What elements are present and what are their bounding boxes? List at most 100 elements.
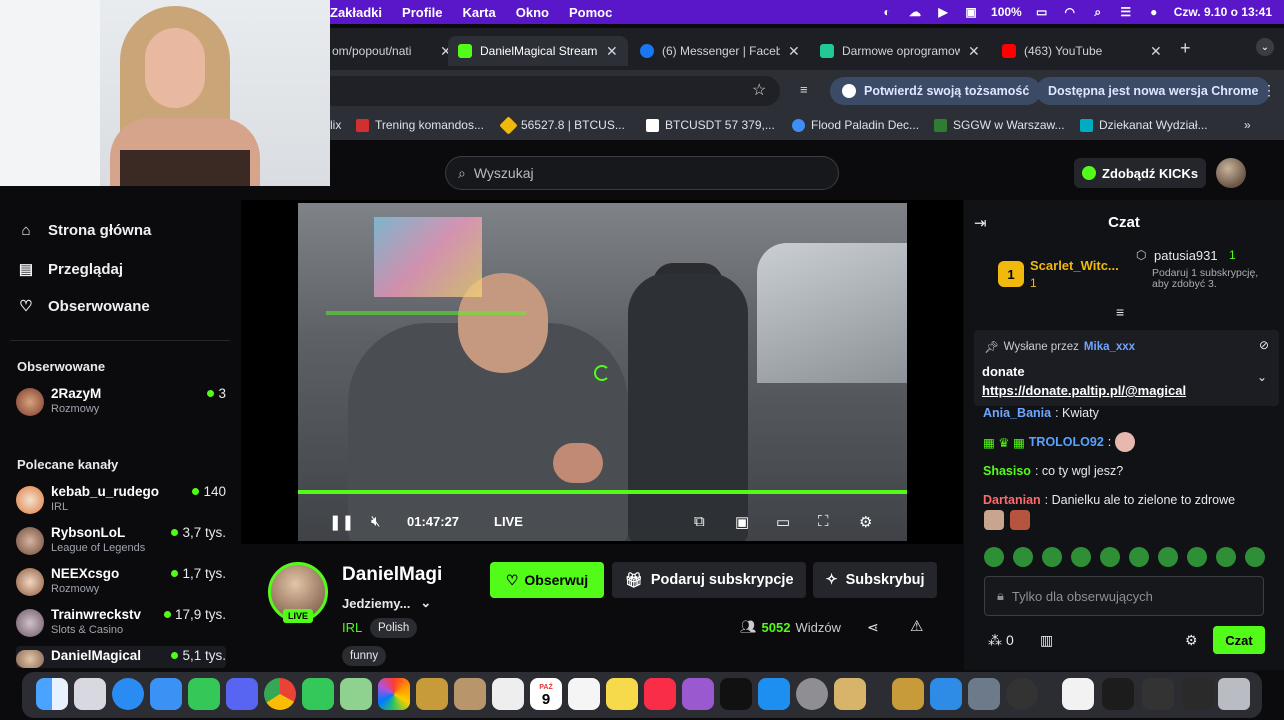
emote-icon[interactable] bbox=[984, 547, 1004, 567]
sidebar-item-following[interactable]: ♡ Obserwowane bbox=[18, 297, 149, 316]
emote-icon[interactable] bbox=[1071, 547, 1091, 567]
settings-icon[interactable] bbox=[796, 678, 828, 710]
get-kicks-button[interactable]: Zdobądź KICKs bbox=[1074, 158, 1207, 188]
contacts-icon[interactable] bbox=[454, 678, 486, 710]
settings-gear-icon[interactable]: ⚙ bbox=[859, 513, 872, 531]
control-center-icon[interactable]: ☰ bbox=[1118, 5, 1134, 19]
menu-window[interactable]: Okno bbox=[506, 5, 559, 20]
channel-item[interactable]: NEEXcsgo Rozmowy 1,7 tys. bbox=[16, 564, 226, 602]
channel-item-active[interactable]: DanielMagical 5,1 tys. bbox=[16, 646, 226, 668]
chat-username[interactable]: TROLOLO92 bbox=[1029, 435, 1104, 449]
chat-username[interactable]: Shasiso bbox=[983, 464, 1031, 478]
browser-tab[interactable]: om/popout/nati ✕ bbox=[322, 36, 462, 66]
emote-icon[interactable] bbox=[1216, 547, 1236, 567]
menu-bookmarks[interactable]: Zakładki bbox=[320, 5, 392, 20]
emote-icon[interactable] bbox=[1013, 547, 1033, 567]
podcasts-icon[interactable] bbox=[682, 678, 714, 710]
search-icon[interactable]: ⌕ bbox=[1090, 5, 1106, 19]
channel-item[interactable]: Trainwreckstv Slots & Casino 17,9 tys. bbox=[16, 605, 226, 643]
bookmark-item[interactable]: SGGW w Warszaw... bbox=[934, 118, 1065, 132]
menubar-clock[interactable]: Czw. 9.10 o 13:41 bbox=[1174, 5, 1272, 19]
gifter-name[interactable]: Scarlet_Witc... bbox=[1030, 258, 1119, 273]
activity-icon[interactable] bbox=[1006, 678, 1038, 710]
browser-tab[interactable]: (6) Messenger | Facebook ✕ bbox=[630, 36, 810, 66]
channel-item[interactable]: 2RazyM Rozmowy 3 bbox=[16, 384, 226, 422]
close-icon[interactable]: ✕ bbox=[788, 43, 800, 60]
menu-profiles[interactable]: Profile bbox=[392, 5, 452, 20]
chat-username[interactable]: Ania_Bania bbox=[983, 406, 1051, 420]
chat-input[interactable]: 🔒︎ Tylko dla obserwujących bbox=[984, 576, 1264, 616]
battery-icon[interactable]: ▭ bbox=[1034, 5, 1050, 19]
store-icon[interactable]: ▥ bbox=[1040, 632, 1053, 649]
chat-settings-icon[interactable]: ⚙ bbox=[1185, 632, 1198, 649]
address-bar[interactable] bbox=[320, 76, 780, 106]
chat-send-button[interactable]: Czat bbox=[1213, 626, 1265, 654]
emote-icon[interactable] bbox=[1129, 547, 1149, 567]
reminders-icon[interactable] bbox=[568, 678, 600, 710]
music-icon[interactable] bbox=[644, 678, 676, 710]
play-icon[interactable]: ▶ bbox=[935, 5, 951, 19]
pinned-by-user[interactable]: Mika_xxx bbox=[1084, 341, 1135, 353]
bookmark-star-icon[interactable]: ☆ bbox=[752, 80, 766, 100]
browser-tab[interactable]: (463) YouTube ✕ bbox=[992, 36, 1172, 66]
screenshot-icon[interactable] bbox=[492, 678, 524, 710]
browser-tab-active[interactable]: DanielMagical Stream ✕ bbox=[448, 36, 628, 66]
channel-item[interactable]: kebab_u_rudego IRL 140 bbox=[16, 482, 226, 520]
archive-icon[interactable] bbox=[834, 678, 866, 710]
chat-username[interactable]: Dartanian bbox=[983, 493, 1041, 507]
app-icon[interactable] bbox=[416, 678, 448, 710]
notes-icon[interactable] bbox=[606, 678, 638, 710]
wifi-icon[interactable]: ◠ bbox=[1062, 5, 1078, 19]
bookmark-item[interactable]: Dziekanat Wydział... bbox=[1080, 118, 1208, 132]
menu-tab[interactable]: Karta bbox=[453, 5, 506, 20]
finder-icon[interactable] bbox=[36, 678, 68, 710]
fullscreen-icon[interactable]: ⛶ bbox=[818, 513, 829, 530]
tag-chip[interactable]: funny bbox=[342, 646, 387, 666]
appstore-icon[interactable] bbox=[758, 678, 790, 710]
theater-mode-icon[interactable]: ▭ bbox=[776, 513, 790, 531]
emote-icon[interactable] bbox=[1245, 547, 1265, 567]
tab-search-icon[interactable]: ⌄ bbox=[1256, 38, 1274, 56]
subscribe-button[interactable]: ✧ Subskrybuj bbox=[813, 562, 937, 598]
photos-icon[interactable] bbox=[378, 678, 410, 710]
chevron-down-icon[interactable]: ⌄ bbox=[1257, 370, 1267, 384]
facetime-icon[interactable] bbox=[188, 678, 220, 710]
calendar-icon[interactable]: PAŹ 9 bbox=[530, 678, 562, 710]
status-icon[interactable]: ◐ bbox=[879, 5, 895, 19]
sidebar-item-browse[interactable]: ▤ Przeglądaj bbox=[18, 260, 123, 279]
gifter-name[interactable]: patusia931 bbox=[1154, 248, 1218, 263]
close-icon[interactable]: ✕ bbox=[606, 43, 618, 60]
sidebar-item-home[interactable]: ⌂ Strona główna bbox=[18, 222, 151, 239]
bookmark-item[interactable]: 56527.8 | BTCUS... bbox=[499, 115, 625, 135]
mail-icon[interactable] bbox=[150, 678, 182, 710]
monitor-icon[interactable] bbox=[968, 678, 1000, 710]
follow-button[interactable]: ♡ Obserwuj bbox=[490, 562, 604, 598]
pip-icon[interactable]: ⧉ bbox=[694, 513, 705, 530]
pinned-link[interactable]: https://donate.paltip.pl/@magical bbox=[982, 383, 1186, 398]
trash-icon[interactable] bbox=[1218, 678, 1250, 710]
stream-title[interactable]: Jedziemy... ⌄ bbox=[342, 595, 431, 611]
pause-icon[interactable]: ❚❚ bbox=[329, 513, 354, 531]
share-icon[interactable]: ⋖ bbox=[867, 619, 879, 636]
close-icon[interactable]: ✕ bbox=[1150, 43, 1162, 60]
messages-icon[interactable] bbox=[302, 678, 334, 710]
window-icon[interactable]: ▣ bbox=[963, 5, 979, 19]
menu-help[interactable]: Pomoc bbox=[559, 5, 622, 20]
bookmarks-overflow-icon[interactable]: » bbox=[1244, 118, 1251, 132]
gift-subs-button[interactable]: 🎁︎ Podaruj subskrypcje bbox=[612, 562, 806, 598]
file-icon[interactable] bbox=[1062, 678, 1094, 710]
bookmark-item[interactable]: Trening komandos... bbox=[356, 118, 484, 132]
window-icon[interactable] bbox=[1102, 678, 1134, 710]
window2-icon[interactable] bbox=[1142, 678, 1174, 710]
app2-icon[interactable] bbox=[892, 678, 924, 710]
report-icon[interactable]: ⚠ bbox=[910, 617, 923, 635]
launchpad-icon[interactable] bbox=[74, 678, 106, 710]
user-avatar[interactable] bbox=[1216, 158, 1246, 188]
bookmark-item[interactable]: Flood Paladin Dec... bbox=[792, 118, 919, 132]
discord-icon[interactable] bbox=[226, 678, 258, 710]
live-progress-bar[interactable] bbox=[298, 490, 907, 494]
chevron-down-icon[interactable]: ⌄ bbox=[420, 595, 431, 611]
kebab-menu-icon[interactable]: ⋮ bbox=[1262, 82, 1276, 99]
kicks-balance[interactable]: ⁂ 0 bbox=[988, 632, 1014, 649]
tv-icon[interactable] bbox=[720, 678, 752, 710]
